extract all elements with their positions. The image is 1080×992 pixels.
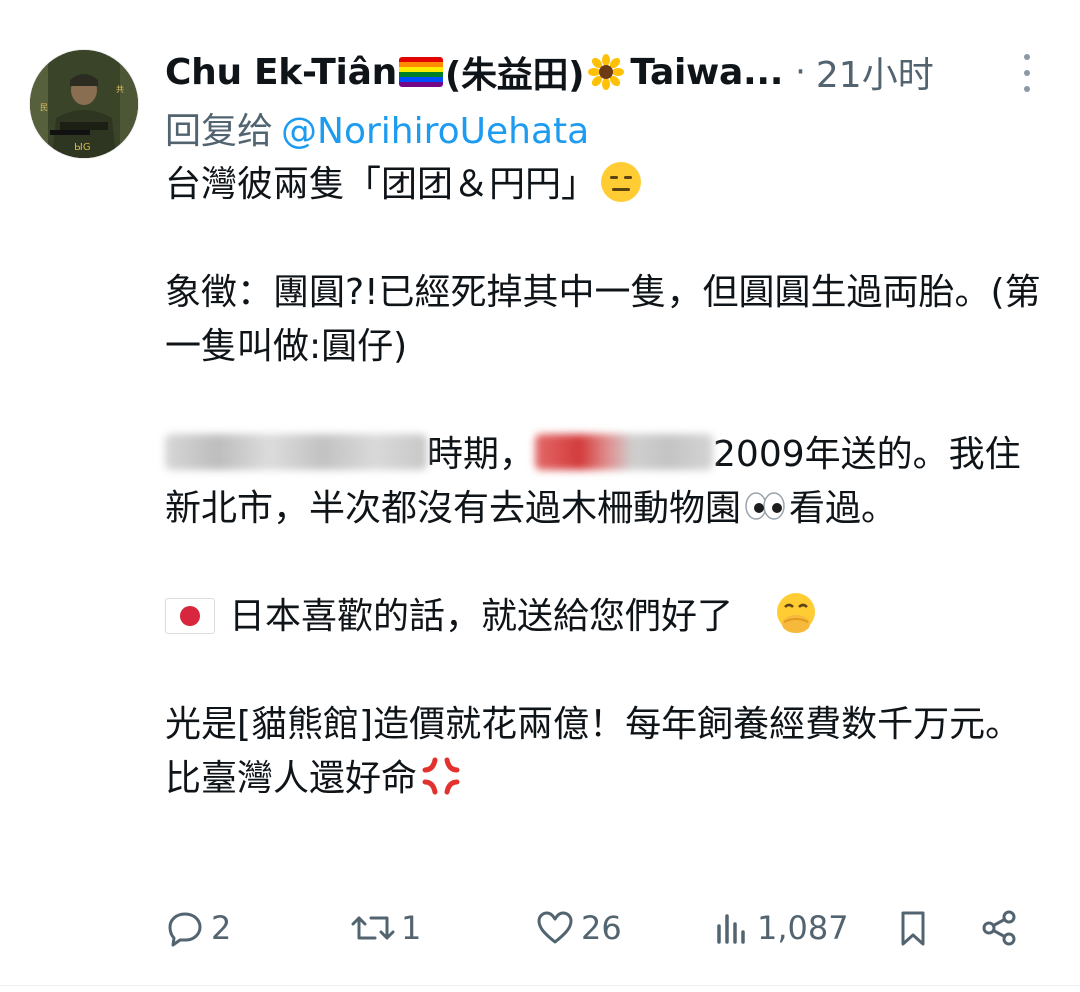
repost-button[interactable]: 1 bbox=[351, 900, 421, 956]
share-button[interactable] bbox=[979, 900, 1019, 956]
body-paragraph: 台灣彼兩隻「团团＆円円」 bbox=[165, 158, 1045, 212]
body-text: 時期， bbox=[427, 434, 536, 475]
body-text: 光是[貓熊館]造價就花兩億！每年飼養經費数千万元。比臺灣人還好命 bbox=[165, 704, 1022, 799]
svg-text:ЫG: ЫG bbox=[74, 142, 91, 153]
avatar-soldier-icon: 共 民 ЫG bbox=[30, 50, 138, 158]
body-text: 看過。 bbox=[789, 488, 898, 529]
redacted-text bbox=[535, 434, 714, 470]
like-button[interactable]: 26 bbox=[535, 900, 622, 956]
body-text: 台灣彼兩隻「团团＆円円」 bbox=[165, 164, 598, 205]
reply-handle-link[interactable]: @NorihiroUehata bbox=[281, 111, 589, 152]
author-native-name[interactable]: (朱益田) bbox=[445, 46, 585, 98]
reply-icon bbox=[168, 912, 202, 947]
author-name[interactable]: Chu Ek-Tiân bbox=[165, 52, 397, 93]
tweet-header: Chu Ek-Tiân (朱益田) Taiwa... · 21小时 bbox=[165, 46, 1045, 98]
tweet-actions: 2 1 26 1,087 bbox=[165, 900, 1035, 956]
share-icon bbox=[982, 910, 1016, 946]
body-paragraph: 日本喜歡的話，就送給您們好了 bbox=[165, 590, 1045, 644]
repost-icon bbox=[351, 916, 395, 940]
anger-symbol-icon bbox=[419, 754, 463, 798]
views-chart-icon bbox=[717, 914, 745, 944]
reply-label: 回复给 bbox=[165, 111, 274, 152]
face-with-hand-over-mouth-icon bbox=[774, 592, 818, 636]
bookmark-icon bbox=[901, 911, 925, 946]
views-button[interactable]: 1,087 bbox=[711, 900, 849, 956]
japan-flag-icon bbox=[165, 598, 215, 634]
more-dot-icon bbox=[1024, 70, 1030, 76]
svg-text:共: 共 bbox=[116, 85, 124, 94]
redacted-text bbox=[165, 434, 427, 470]
svg-text:民: 民 bbox=[40, 103, 48, 112]
body-paragraph: 時期， 2009年送的。我住新北市，半次都沒有去過木柵動物園 看過。 bbox=[165, 428, 1045, 536]
repost-count: 1 bbox=[401, 909, 422, 947]
body-paragraph: 光是[貓熊館]造價就花兩億！每年飼養經費数千万元。比臺灣人還好命 bbox=[165, 698, 1045, 806]
header-separator: · bbox=[795, 52, 806, 92]
view-count: 1,087 bbox=[757, 909, 849, 947]
more-dot-icon bbox=[1024, 86, 1030, 92]
tweet-body: 台灣彼兩隻「团团＆円円」 象徵：團圓?!已經死掉其中一隻，但圓圓生過両胎。(第一… bbox=[165, 158, 1045, 806]
body-text: 日本喜歡的話，就送給您們好了 bbox=[229, 596, 734, 637]
rainbow-flag-icon bbox=[398, 57, 443, 87]
author-avatar[interactable]: 共 民 ЫG bbox=[30, 50, 138, 158]
heart-icon bbox=[537, 911, 573, 944]
like-count: 26 bbox=[581, 909, 622, 947]
tweet-timestamp[interactable]: 21小时 bbox=[816, 46, 934, 98]
more-options-button[interactable] bbox=[1018, 54, 1036, 92]
reply-button[interactable]: 2 bbox=[165, 900, 231, 956]
reply-context: 回复给 @NorihiroUehata bbox=[165, 102, 589, 154]
reply-count: 2 bbox=[211, 909, 232, 947]
author-name-suffix[interactable]: Taiwa... bbox=[630, 52, 783, 93]
sunflower-icon bbox=[588, 54, 625, 90]
more-dot-icon bbox=[1024, 54, 1030, 60]
expressionless-face-icon bbox=[599, 160, 643, 204]
body-paragraph: 象徵：團圓?!已經死掉其中一隻，但圓圓生過両胎。(第一隻叫做:圓仔) bbox=[165, 272, 1041, 367]
tweet[interactable]: 共 民 ЫG Chu Ek-Tiân (朱益田) Taiwa... · 21小时… bbox=[0, 0, 1080, 992]
eyes-icon bbox=[743, 484, 787, 528]
tweet-divider bbox=[0, 985, 1080, 986]
bookmark-button[interactable] bbox=[893, 900, 933, 956]
